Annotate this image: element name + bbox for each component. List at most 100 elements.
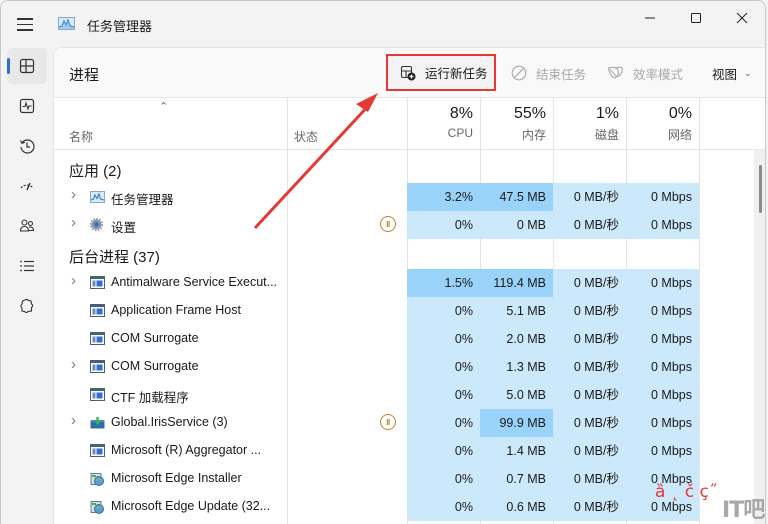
network-total-percent: 0% <box>668 105 692 122</box>
disk-label: 磁盘 <box>594 128 619 142</box>
memory-cell: 119.4 MB <box>480 269 553 297</box>
process-row[interactable]: Application Frame Host 0% 5.1 MB 0 MB/秒 0 Mb… <box>54 297 765 325</box>
sidebar-item-services[interactable] <box>7 288 47 324</box>
run-new-task-label: 运行新任务 <box>425 67 488 81</box>
memory-cell: 5.0 MB <box>480 381 553 409</box>
process-row[interactable]: COM Surrogate 0% 2.0 MB 0 MB/秒 0 Mbps <box>54 325 765 353</box>
app-window-icon <box>90 360 105 373</box>
minimize-button[interactable] <box>627 1 673 35</box>
sidebar-item-users[interactable] <box>7 208 47 244</box>
group-label: 后台进程 (37) <box>69 249 160 266</box>
sidebar-item-app-history[interactable] <box>7 128 47 164</box>
disk-cell: 0 MB/秒 <box>553 353 626 381</box>
app-window-icon <box>90 388 105 401</box>
process-row[interactable]: › Antimalware Service Execut... 1.5% 119.4 … <box>54 269 765 297</box>
network-cell: 0 Mbps <box>626 353 699 381</box>
end-task-button[interactable]: 结束任务 <box>511 58 586 88</box>
chevron-right-icon[interactable]: › <box>71 186 76 203</box>
column-header-network[interactable]: 0% 网络 <box>626 105 699 143</box>
users-icon <box>19 219 35 232</box>
processes-icon <box>19 58 35 74</box>
efficiency-mode-label: 效率模式 <box>633 67 684 82</box>
chevron-right-icon[interactable]: › <box>71 356 76 373</box>
app-window-icon <box>90 276 105 289</box>
cpu-total-percent: 8% <box>449 105 473 122</box>
network-cell: 0 Mbps <box>626 409 699 437</box>
disk-cell: 0 MB/秒 <box>553 297 626 325</box>
process-row[interactable]: › COM Surrogate 0% 1.3 MB 0 MB/秒 0 Mbps <box>54 353 765 381</box>
cpu-cell: 3.2% <box>407 183 480 211</box>
cpu-cell: 0% <box>407 211 480 239</box>
startup-gauge-icon <box>20 182 34 191</box>
history-icon <box>19 139 35 154</box>
download-box-icon <box>90 416 105 429</box>
chevron-right-icon[interactable]: › <box>71 214 76 231</box>
disk-cell: 0 MB/秒 <box>553 325 626 353</box>
process-name: 设置 <box>111 221 137 235</box>
process-name: COM Surrogate <box>111 359 199 373</box>
watermark-garbled-text: ȁ ˛ č ç˝ <box>655 482 718 502</box>
cpu-cell: 0% <box>407 493 480 521</box>
settings-gear-icon <box>89 217 105 232</box>
process-row[interactable]: › Global.IrisService (3) II 0% 99.9 MB 0 MB/秒… <box>54 409 765 437</box>
network-cell: 0 Mbps <box>626 183 699 211</box>
cpu-cell: 0% <box>407 437 480 465</box>
cpu-cell: 0% <box>407 325 480 353</box>
network-cell: 0 Mbps <box>626 211 699 239</box>
page-title: 进程 <box>69 67 100 84</box>
chevron-right-icon[interactable]: › <box>71 412 76 429</box>
close-button[interactable] <box>719 1 765 35</box>
process-name: Application Frame Host <box>111 303 241 317</box>
maximize-button[interactable] <box>673 1 719 35</box>
efficiency-mode-button[interactable]: 效率模式 <box>607 58 683 88</box>
group-header: 应用 (2) <box>54 150 765 182</box>
sidebar-item-startup-apps[interactable] <box>7 168 47 204</box>
group-header: 后台进程 (37) <box>54 239 765 271</box>
column-header-disk[interactable]: 1% 磁盘 <box>553 105 626 143</box>
column-header-status[interactable]: 状态 <box>294 128 318 145</box>
chevron-right-icon[interactable]: › <box>71 272 76 289</box>
process-name: COM Surrogate <box>111 331 199 345</box>
cpu-label: CPU <box>447 126 473 140</box>
column-header-memory[interactable]: 55% 内存 <box>480 105 553 143</box>
memory-cell: 99.9 MB <box>480 409 553 437</box>
title-bar: 任务管理器 <box>1 1 765 47</box>
process-row[interactable]: › 任务管理器 3.2% 47.5 MB 0 MB/秒 0 Mbps <box>54 183 765 211</box>
task-manager-app-icon <box>58 17 75 30</box>
hamburger-menu-icon[interactable] <box>15 15 35 33</box>
memory-label: 内存 <box>521 128 546 142</box>
network-cell: 0 Mbps <box>626 381 699 409</box>
memory-cell: 1.4 MB <box>480 437 553 465</box>
main-panel: 进程 运行新任务 结束任务 效率模式 视图 ⌄ ⌃ 名称 状态 8% CPU 5… <box>53 47 765 524</box>
memory-cell: 0.6 MB <box>480 493 553 521</box>
memory-cell: 0.7 MB <box>480 465 553 493</box>
sidebar-item-performance[interactable] <box>7 88 47 124</box>
run-new-task-icon <box>400 65 416 80</box>
sort-ascending-icon[interactable]: ⌃ <box>159 100 168 113</box>
process-row[interactable]: CTF 加载程序 0% 5.0 MB 0 MB/秒 0 Mbps <box>54 381 765 409</box>
process-name: Global.IrisService (3) <box>111 415 228 429</box>
scrollbar-thumb[interactable] <box>759 165 762 213</box>
process-name: 任务管理器 <box>111 193 174 207</box>
process-name: Microsoft Edge Installer <box>111 471 242 485</box>
group-label: 应用 (2) <box>69 163 122 180</box>
network-cell: 0 Mbps <box>626 325 699 353</box>
disk-cell: 0 MB/秒 <box>553 465 626 493</box>
process-row[interactable]: › 设置 II 0% 0 MB 0 MB/秒 0 Mbps <box>54 211 765 239</box>
memory-cell: 2.0 MB <box>480 325 553 353</box>
disk-cell: 0 MB/秒 <box>553 269 626 297</box>
suspended-status-icon: II <box>380 216 396 232</box>
sidebar-item-details[interactable] <box>7 248 47 284</box>
view-dropdown[interactable]: 视图 ⌄ <box>712 58 752 88</box>
process-row[interactable]: Microsoft (R) Aggregator ... 0% 1.4 MB 0 MB… <box>54 437 765 465</box>
sidebar-item-processes[interactable] <box>7 48 47 84</box>
run-new-task-button[interactable]: 运行新任务 <box>386 54 496 91</box>
network-cell: 0 Mbps <box>626 437 699 465</box>
installer-icon <box>90 500 105 514</box>
process-name: Microsoft Edge Update (32... <box>111 499 271 513</box>
column-header-cpu[interactable]: 8% CPU <box>407 105 480 140</box>
view-label: 视图 <box>712 67 738 82</box>
memory-cell: 5.1 MB <box>480 297 553 325</box>
column-header-name[interactable]: 名称 <box>69 128 93 145</box>
vertical-scrollbar[interactable] <box>754 150 765 524</box>
